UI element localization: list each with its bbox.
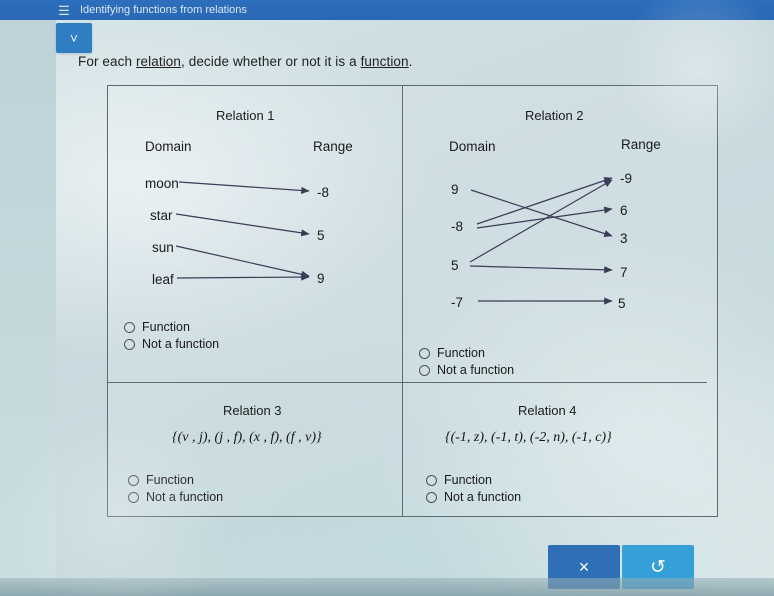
radio-icon[interactable] (124, 321, 135, 333)
relation-1-option-function-label: Function (142, 320, 190, 334)
relation-2-option-not-function[interactable]: Not a function (419, 363, 514, 377)
relation-1-domain-item-0: moon (145, 176, 179, 191)
relation-2-domain-item-2: 5 (451, 258, 459, 273)
relation-3-option-not-function[interactable]: Not a function (128, 490, 223, 504)
divider-vertical-top (402, 85, 403, 382)
relation-2-option-function[interactable]: Function (419, 346, 485, 360)
relation-2-domain-item-1: -8 (451, 219, 464, 234)
relation-4-option-function-label: Function (444, 473, 492, 487)
relation-2-domain-label: Domain (449, 139, 496, 154)
relation-2-range-item-1: 6 (620, 203, 628, 218)
relation-1-domain-item-1: star (150, 208, 173, 223)
radio-icon[interactable] (128, 474, 139, 486)
relation-1-title: Relation 1 (216, 108, 275, 123)
relation-2-range-item-3: 7 (620, 265, 628, 280)
relation-2-range-item-4: 5 (618, 296, 626, 311)
relation-1-range-item-2: 9 (317, 271, 325, 286)
prompt-link-relation[interactable]: relation (136, 54, 181, 69)
prompt-part-2: , decide whether or not it is a (181, 54, 361, 69)
chevron-down-icon[interactable]: ˅ (56, 23, 92, 53)
left-edge-strip (0, 0, 56, 596)
hamburger-icon[interactable]: ☰ (56, 4, 72, 17)
radio-icon[interactable] (426, 491, 437, 503)
divider-horizontal (107, 382, 707, 383)
relation-2-domain-item-3: -7 (451, 295, 464, 310)
prompt-link-function[interactable]: function (361, 54, 409, 69)
app-topbar: ☰ Identifying functions from relations (0, 0, 774, 20)
radio-icon[interactable] (419, 347, 430, 359)
relation-3-option-not-function-label: Not a function (146, 490, 224, 504)
prompt-text: For each relation, decide whether or not… (78, 54, 413, 69)
relation-4-option-function[interactable]: Function (426, 473, 492, 487)
relation-2-option-not-function-label: Not a function (437, 363, 515, 377)
relation-1-domain-label: Domain (145, 139, 192, 154)
radio-icon[interactable] (128, 491, 139, 503)
relation-1-domain-item-3: leaf (152, 272, 174, 287)
relation-3-title: Relation 3 (223, 403, 282, 418)
relation-3-option-function-label: Function (146, 473, 194, 487)
relation-2-title: Relation 2 (525, 108, 584, 123)
relation-4-expression: {(-1, z), (-1, t), (-2, n), (-1, c)} (445, 430, 612, 445)
prompt-part-1: For each (78, 54, 136, 69)
relation-2-range-item-0: -9 (620, 171, 633, 186)
topbar-title: Identifying functions from relations (80, 4, 247, 16)
bottom-band (0, 578, 774, 596)
relation-3-expression: {(v , j), (j , f), (x , f), (f , v)} (172, 430, 322, 445)
relation-1-domain-item-2: sun (152, 240, 174, 255)
relation-1-option-function[interactable]: Function (124, 320, 190, 334)
radio-icon[interactable] (419, 364, 430, 376)
relation-1-range-item-0: -8 (317, 185, 330, 200)
relation-2-option-function-label: Function (437, 346, 485, 360)
relation-3-option-function[interactable]: Function (128, 473, 194, 487)
radio-icon[interactable] (124, 338, 135, 350)
relation-2-domain-item-0: 9 (451, 182, 459, 197)
relation-4-title: Relation 4 (518, 403, 577, 418)
relation-2-range-item-2: 3 (620, 231, 628, 246)
relation-4-option-not-function-label: Not a function (444, 490, 522, 504)
radio-icon[interactable] (426, 474, 437, 486)
relation-1-option-not-function-label: Not a function (142, 337, 220, 351)
divider-vertical-bottom (402, 382, 403, 516)
relation-1-option-not-function[interactable]: Not a function (124, 337, 219, 351)
relation-1-range-item-1: 5 (317, 228, 325, 243)
relation-2-range-label: Range (621, 137, 661, 152)
relation-1-range-label: Range (313, 139, 353, 154)
relation-4-option-not-function[interactable]: Not a function (426, 490, 521, 504)
prompt-part-3: . (408, 54, 413, 69)
